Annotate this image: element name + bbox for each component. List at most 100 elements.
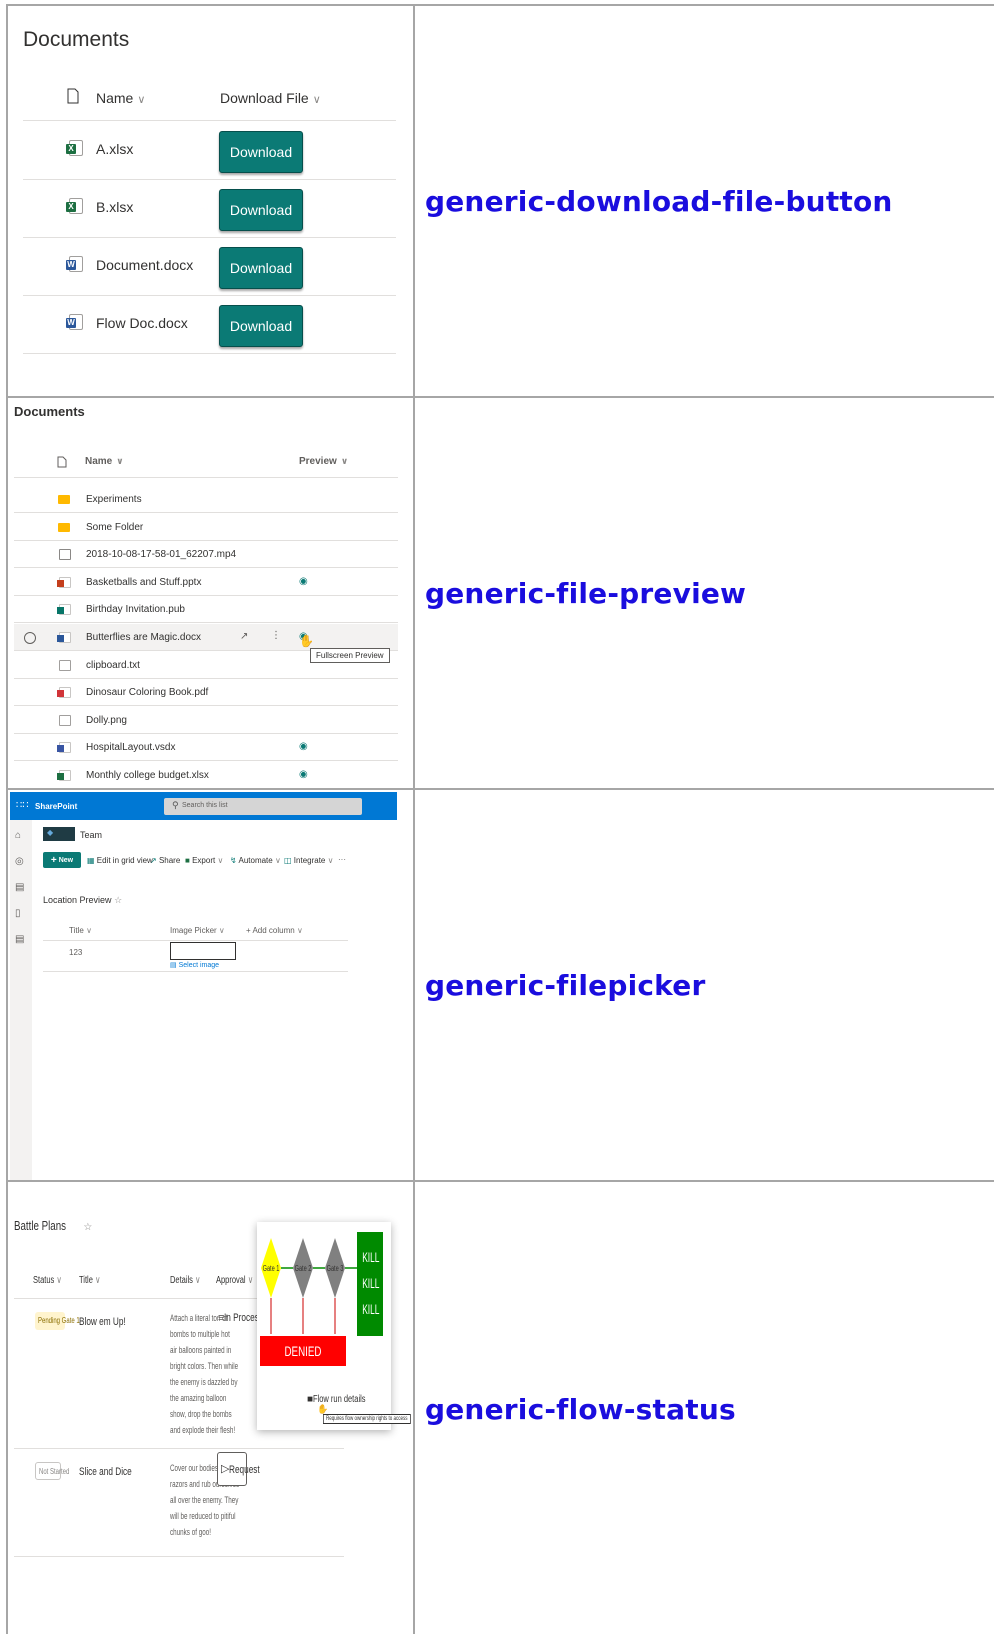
file-row[interactable]: W Document.docx Download xyxy=(23,239,396,296)
file-name[interactable]: Birthday Invitation.pub xyxy=(86,604,185,615)
star-icon[interactable]: ☆ xyxy=(114,895,122,905)
list-title-label: Battle Plans xyxy=(14,1218,67,1233)
powerpoint-file-icon xyxy=(57,576,71,588)
column-header-download[interactable]: Download File ∨ xyxy=(220,90,321,106)
file-name[interactable]: Some Folder xyxy=(86,522,143,533)
search-box[interactable]: ⚲ Search this list xyxy=(164,798,362,815)
column-header-approval[interactable]: Approval ∨ xyxy=(216,1275,253,1286)
caption-cell: generic-filepicker xyxy=(415,790,994,1180)
automate-button[interactable]: ↯ Automate ∨ xyxy=(230,856,281,865)
file-row[interactable]: Monthly college budget.xlsx ◉ xyxy=(14,762,398,788)
download-button[interactable]: Download xyxy=(219,247,303,289)
file-name[interactable]: Monthly college budget.xlsx xyxy=(86,770,209,781)
site-name[interactable]: Team xyxy=(80,830,102,840)
download-button[interactable]: Download xyxy=(219,305,303,347)
share-icon[interactable]: ↗ xyxy=(240,631,248,642)
status-badge-label: Not Started xyxy=(39,1467,70,1476)
row-title[interactable]: Slice and Dice xyxy=(79,1466,132,1478)
app-name[interactable]: SharePoint xyxy=(35,802,77,811)
caption-cell: generic-flow-status xyxy=(415,1182,994,1634)
file-name[interactable]: HospitalLayout.vsdx xyxy=(86,742,176,753)
details-line: chunks of goo! xyxy=(170,1527,211,1537)
visio-file-icon xyxy=(57,742,71,754)
column-header-title[interactable]: Title ∨ xyxy=(79,1275,100,1286)
star-icon[interactable]: ☆ xyxy=(83,1222,92,1233)
column-header-status[interactable]: Status ∨ xyxy=(33,1275,62,1286)
column-header-name[interactable]: Name ∨ xyxy=(96,90,145,106)
file-name[interactable]: clipboard.txt xyxy=(86,660,140,671)
hand-cursor-icon: ✋ xyxy=(299,634,314,648)
search-icon: ⚲ xyxy=(172,800,179,810)
file-row[interactable]: Dinosaur Coloring Book.pdf xyxy=(14,679,398,707)
news-icon[interactable]: ▤ xyxy=(15,882,24,893)
hand-cursor-icon: ✋ xyxy=(317,1404,329,1414)
row-title-value[interactable]: 123 xyxy=(69,948,82,957)
preview-eye-icon[interactable]: ◉ xyxy=(299,741,308,752)
file-name[interactable]: Flow Doc.docx xyxy=(96,315,188,331)
chevron-down-icon: ∨ xyxy=(340,456,349,466)
file-row[interactable]: X A.xlsx Download xyxy=(23,123,396,180)
app-launcher-icon[interactable]: ∷∷ xyxy=(16,800,29,811)
row-title[interactable]: Blow em Up! xyxy=(79,1316,126,1328)
globe-icon[interactable]: ◎ xyxy=(15,856,24,867)
download-button[interactable]: Download xyxy=(219,189,303,231)
file-row[interactable]: Birthday Invitation.pub xyxy=(14,596,398,624)
preview-eye-icon[interactable]: ◉ xyxy=(299,769,308,780)
export-button[interactable]: ■ Export ∨ xyxy=(185,856,223,865)
column-header-title[interactable]: Title ∨ xyxy=(69,926,92,935)
file-row[interactable]: Basketballs and Stuff.pptx ◉ xyxy=(14,569,398,596)
add-column-button[interactable]: + Add column ∨ xyxy=(246,926,303,935)
screenshot-grid: Documents Name ∨ Download File ∨ X A.xlsx … xyxy=(6,4,994,1634)
export-label: Export xyxy=(192,856,216,865)
gate-2-label: Gate 2 xyxy=(294,1264,312,1273)
row-divider xyxy=(23,179,396,180)
edit-grid-button[interactable]: ▦ Edit in grid view xyxy=(87,856,153,865)
file-row[interactable]: ↗ ⋮ Butterflies are Magic.docx ◉ xyxy=(14,624,398,651)
file-name[interactable]: A.xlsx xyxy=(96,141,133,157)
file-row[interactable]: Dolly.png xyxy=(14,707,398,734)
video-file-icon xyxy=(59,549,71,561)
request-button[interactable]: ▷ Request xyxy=(217,1452,260,1486)
more-button[interactable]: ··· xyxy=(338,855,346,864)
caption-cell: generic-download-file-button xyxy=(415,6,994,396)
column-header-preview[interactable]: Preview ∨ xyxy=(299,456,348,467)
file-row[interactable]: Some Folder xyxy=(14,514,398,541)
more-actions-icon[interactable]: ⋮ xyxy=(271,630,281,641)
select-radio[interactable] xyxy=(24,632,36,644)
integrate-label: Integrate xyxy=(293,856,326,865)
file-header-icon xyxy=(67,88,79,109)
column-header-name[interactable]: Name ∨ xyxy=(85,456,124,467)
image-picker-field[interactable] xyxy=(170,942,236,960)
flow-tooltip: Requires flow ownership rights to access xyxy=(323,1414,411,1424)
request-label: Request xyxy=(229,1464,260,1476)
file-name[interactable]: Dinosaur Coloring Book.pdf xyxy=(86,687,208,698)
word-file-icon: W xyxy=(66,256,83,272)
column-header-details[interactable]: Details ∨ xyxy=(170,1275,201,1286)
file-row[interactable]: HospitalLayout.vsdx ◉ xyxy=(14,734,398,762)
column-header-image-picker[interactable]: Image Picker ∨ xyxy=(170,926,225,935)
lists-icon[interactable]: ▤ xyxy=(15,934,24,945)
site-logo[interactable]: ◆ xyxy=(43,827,75,841)
file-icon[interactable]: ▯ xyxy=(15,908,21,919)
file-name[interactable]: Dolly.png xyxy=(86,715,127,726)
file-name[interactable]: Butterflies are Magic.docx xyxy=(86,632,201,643)
file-name[interactable]: 2018-10-08-17-58-01_62207.mp4 xyxy=(86,549,236,560)
file-name[interactable]: B.xlsx xyxy=(96,199,133,215)
column-header-download-label: Download File xyxy=(220,90,309,106)
file-row[interactable]: X B.xlsx Download xyxy=(23,181,396,238)
share-button[interactable]: ↗ Share xyxy=(150,856,180,865)
preview-eye-icon[interactable]: ◉ xyxy=(299,576,308,587)
file-row[interactable]: W Flow Doc.docx Download xyxy=(23,297,396,354)
file-name[interactable]: Basketballs and Stuff.pptx xyxy=(86,577,201,588)
select-image-link[interactable]: ▤ Select image xyxy=(170,961,219,969)
integrate-button[interactable]: ◫ Integrate ∨ xyxy=(284,856,333,865)
file-row[interactable]: 2018-10-08-17-58-01_62207.mp4 xyxy=(14,541,398,569)
file-row[interactable]: Experiments xyxy=(14,486,398,513)
header-divider xyxy=(23,120,396,121)
excel-file-icon: X xyxy=(66,140,83,156)
new-button[interactable]: + New xyxy=(43,852,81,868)
home-icon[interactable]: ⌂ xyxy=(15,830,21,841)
file-name[interactable]: Experiments xyxy=(86,494,142,505)
download-button[interactable]: Download xyxy=(219,131,303,173)
file-name[interactable]: Document.docx xyxy=(96,257,193,273)
